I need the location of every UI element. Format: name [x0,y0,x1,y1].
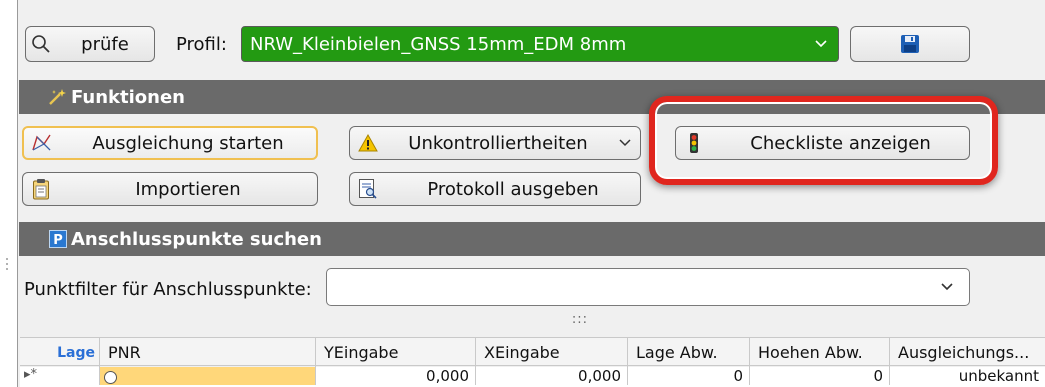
import-label: Importieren [135,178,241,200]
adjustment-network-icon [24,132,60,154]
chevron-down-icon [610,139,640,147]
adjust-start-label: Ausgleichung starten [92,132,284,154]
save-button[interactable] [850,26,970,62]
left-edge [0,0,17,387]
point-filter-label: Punktfilter für Anschlusspunkte: [24,279,312,300]
profile-value: NRW_Kleinbielen_GNSS 15mm_EDM 8mm [250,33,627,55]
column-header-xeingabe[interactable]: XEingabe [476,338,628,367]
svg-text:P: P [53,233,63,248]
pnr-cell[interactable] [100,367,316,385]
uncontrolled-dropdown-button[interactable]: Unkontrolliertheiten [349,126,641,160]
anchor-points-title: Anschlusspunkte suchen [71,228,322,250]
check-label: prüfe [81,33,129,55]
splitter-grip-dot[interactable] [6,268,8,270]
profile-label: Profil: [176,34,227,55]
column-header-pnr[interactable]: PNR [100,338,316,367]
lage-abw-cell[interactable]: 0 [628,367,750,385]
ausgleichung-cell[interactable]: unbekannt [890,367,1045,385]
uncontrolled-label: Unkontrolliertheiten [408,132,588,154]
check-button[interactable]: prüfe [25,26,155,62]
functions-title: Funktionen [71,86,185,108]
protocol-button[interactable]: Protokoll ausgeben [349,172,641,206]
column-header-yeingabe[interactable]: YEingabe [316,338,476,367]
profile-select[interactable]: NRW_Kleinbielen_GNSS 15mm_EDM 8mm [241,26,839,62]
magic-wand-icon [45,87,71,107]
splitter-grip-dot[interactable] [6,263,8,265]
table-header: Lage PNR YEingabe XEingabe Lage Abw. Hoe… [20,337,1045,367]
report-icon [350,178,386,200]
parking-p-icon: P [45,230,71,248]
adjust-start-button[interactable]: Ausgleichung starten [22,126,318,160]
row-marker: ▸* [20,367,100,385]
column-header-hoehen-abw[interactable]: Hoehen Abw. [750,338,890,367]
protocol-label: Protokoll ausgeben [427,178,599,200]
splitter-grip-dot[interactable] [6,258,8,260]
column-header-ausgleichung[interactable]: Ausgleichungs... [890,338,1045,367]
clipboard-icon [23,178,59,200]
xeingabe-cell[interactable]: 0,000 [476,367,628,385]
table-row[interactable]: ▸* 0,000 0,000 0 0 unbekannt [20,367,1045,387]
highlight-box [649,96,998,185]
radio-icon [104,371,117,384]
splitter-handle[interactable]: ::: [560,312,600,327]
anchor-points-section-header[interactable]: P Anschlusspunkte suchen [19,222,1045,256]
chevron-down-icon [804,39,838,49]
warning-icon [350,134,386,152]
chevron-down-icon [925,282,969,292]
import-button[interactable]: Importieren [22,172,318,206]
point-filter-select[interactable] [326,268,970,306]
column-header-lage-abw[interactable]: Lage Abw. [628,338,750,367]
lage-group-label[interactable]: Lage [20,338,100,367]
floppy-disk-icon [900,34,920,54]
hoehen-abw-cell[interactable]: 0 [750,367,890,385]
yeingabe-cell[interactable]: 0,000 [316,367,476,385]
search-icon [26,34,56,54]
